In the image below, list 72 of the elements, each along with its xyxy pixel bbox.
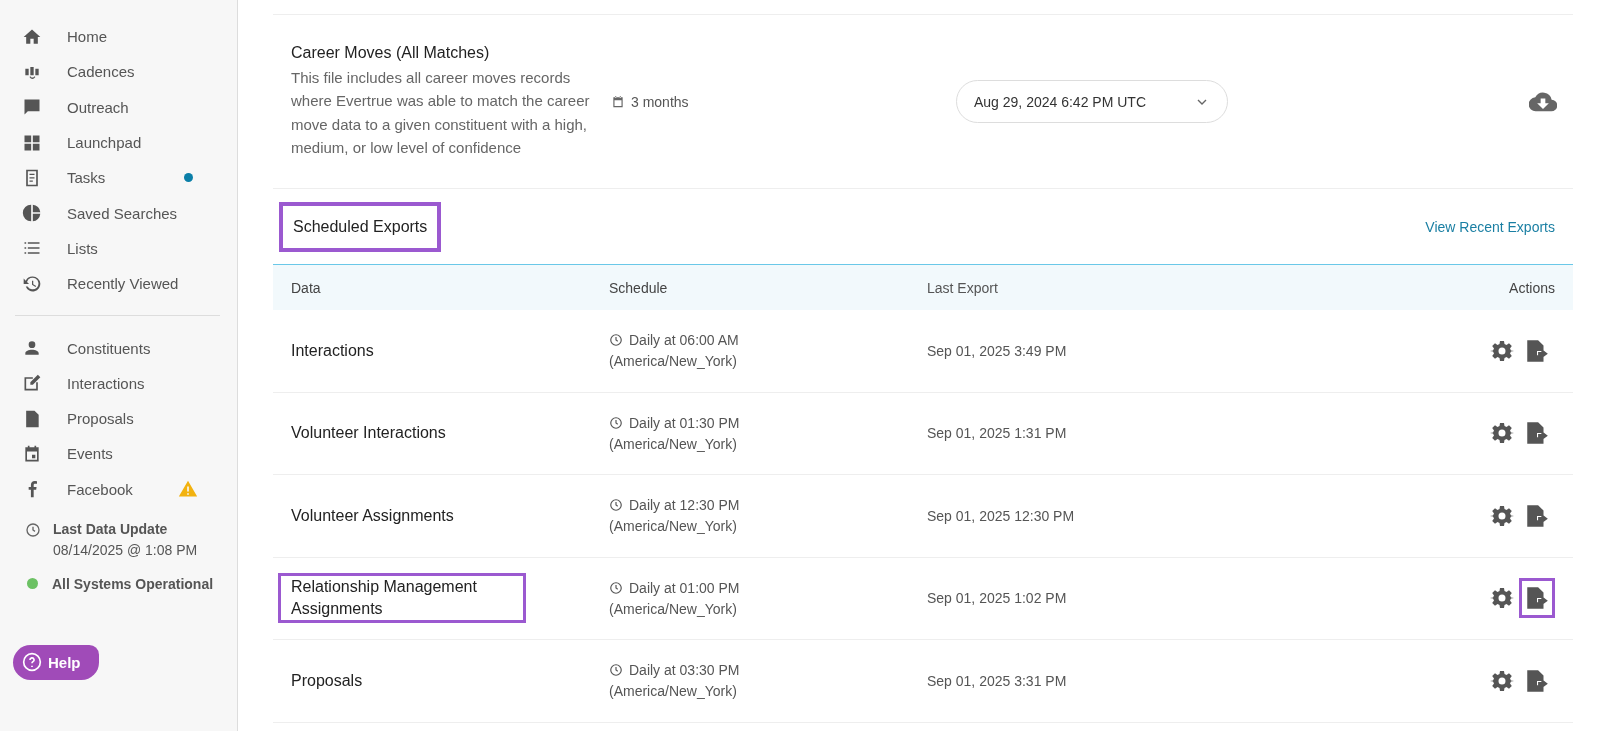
file-title: Career Moves (All Matches)	[291, 43, 491, 62]
schedule-time: Daily at 03:30 PM	[629, 662, 740, 679]
column-header: Data	[291, 279, 322, 296]
export-name: Volunteer Assignments	[290, 505, 455, 526]
last-export-time: Sep 01, 2025 3:49 PM	[927, 342, 1067, 359]
schedule-timezone: (America/New_York)	[609, 435, 738, 452]
last-export-time: Sep 01, 2025 12:30 PM	[927, 507, 1075, 524]
settings-icon	[1490, 421, 1514, 446]
view-recent-exports-link[interactable]: View Recent Exports	[1425, 218, 1555, 235]
export-name: Volunteer Interactions	[290, 423, 447, 444]
nav-item[interactable]: Proposals	[0, 400, 237, 437]
export-button[interactable]	[1519, 578, 1555, 619]
nav-item[interactable]: Cadences	[0, 54, 237, 90]
nav-item[interactable]: Constituents	[0, 330, 237, 366]
nav-item[interactable]: Recently Viewed	[0, 266, 237, 302]
schedule-timezone: (America/New_York)	[609, 353, 738, 370]
edit-icon	[22, 373, 42, 394]
schedule-timezone: (America/New_York)	[609, 518, 738, 535]
nav-item[interactable]: Facebook	[0, 471, 237, 507]
version-select[interactable]: Aug 29, 2024 6:42 PM UTC	[956, 80, 1228, 123]
export-name: Proposals	[290, 670, 364, 691]
last-export-time: Sep 01, 2025 3:31 PM	[927, 672, 1067, 689]
schedule-time: Daily at 06:00 AM	[629, 332, 739, 349]
last-update-label: Last Data Update	[53, 520, 169, 537]
help-icon	[22, 652, 42, 673]
nav-item[interactable]: Lists	[0, 230, 237, 267]
clock-icon	[609, 580, 623, 595]
system-status: All Systems Operational	[52, 575, 214, 592]
pie-chart-icon	[22, 203, 42, 224]
file-export-icon	[1524, 337, 1550, 364]
file-export-icon	[1524, 502, 1550, 529]
last-export-time: Sep 01, 2025 1:31 PM	[927, 425, 1067, 442]
schedule-timezone: (America/New_York)	[609, 683, 738, 700]
chat-icon	[22, 97, 42, 118]
clock-icon	[609, 333, 623, 348]
export-name: Relationship Management Assignments	[278, 573, 526, 624]
clock-icon	[609, 415, 623, 430]
column-header: Schedule	[609, 279, 669, 296]
nav-item[interactable]: Saved Searches	[0, 195, 237, 231]
last-export-time: Sep 01, 2025 1:02 PM	[927, 590, 1067, 607]
history-icon	[22, 273, 42, 294]
person-icon	[22, 338, 42, 358]
settings-icon	[1490, 586, 1514, 611]
file-description: This file includes all career moves records where Evertrue was able to match the career move data to a given constituent with a high, medium, or low level of confidence	[291, 67, 591, 158]
clock-icon	[609, 663, 623, 678]
file-period: 3 months	[631, 93, 689, 110]
file-export-icon	[1524, 585, 1550, 612]
schedule-time: Daily at 01:30 PM	[629, 414, 740, 431]
clock-icon	[609, 498, 623, 513]
section-title: Scheduled Exports	[279, 201, 442, 252]
nav-item[interactable]: Interactions	[0, 365, 237, 401]
nav-item[interactable]: Tasks	[0, 160, 237, 196]
schedule-time: Daily at 01:00 PM	[629, 579, 740, 596]
column-header: Last Export	[927, 279, 999, 296]
help-button[interactable]: Help	[13, 644, 99, 680]
settings-icon	[1490, 338, 1514, 363]
schedule-time: Daily at 12:30 PM	[629, 497, 740, 514]
file-export-icon	[1524, 667, 1550, 694]
nav-item[interactable]: Events	[0, 436, 237, 472]
calendar-icon	[611, 94, 625, 109]
file-export-icon	[1524, 420, 1550, 447]
column-header: Actions	[1508, 279, 1555, 296]
nav-item[interactable]: Launchpad	[0, 124, 237, 161]
clock-icon	[25, 521, 41, 538]
settings-icon	[1490, 668, 1514, 693]
settings-icon	[1490, 503, 1514, 528]
last-update-value: 08/14/2025 @ 1:08 PM	[53, 541, 198, 558]
calendar-icon	[22, 443, 42, 464]
export-name: Interactions	[290, 340, 375, 361]
nav-item[interactable]: Home	[0, 19, 237, 55]
schedule-timezone: (America/New_York)	[609, 600, 738, 617]
nav-item[interactable]: Outreach	[0, 89, 237, 125]
